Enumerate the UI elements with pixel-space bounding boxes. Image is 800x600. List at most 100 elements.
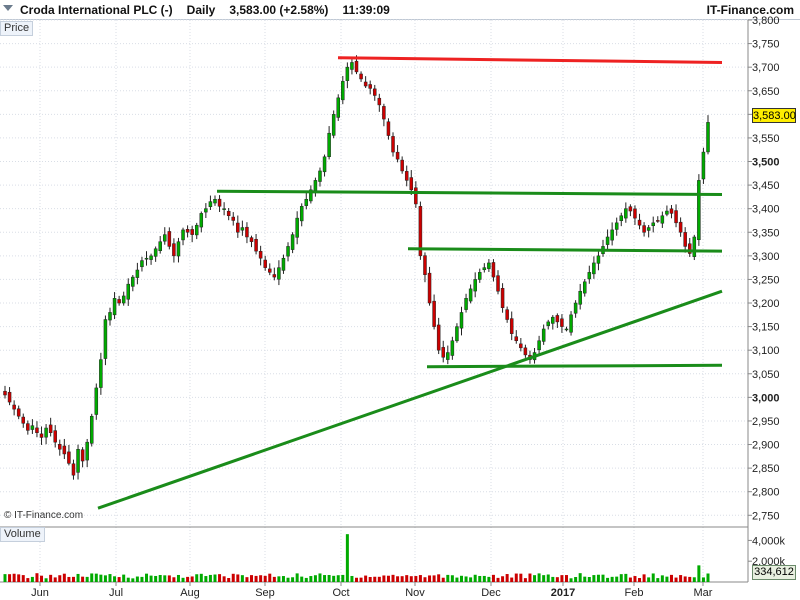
volume-bar <box>368 576 372 582</box>
volume-bar <box>81 576 85 582</box>
volume-bar <box>437 574 441 582</box>
volume-bar <box>697 565 701 582</box>
volume-bar <box>514 573 518 582</box>
volume-bar <box>135 576 139 582</box>
x-tick-label: Jul <box>109 587 123 599</box>
x-tick-label: Oct <box>332 587 349 599</box>
volume-bar <box>455 577 459 582</box>
volume-bar <box>656 578 660 582</box>
candle-body <box>12 404 16 410</box>
candle-body <box>112 298 117 316</box>
volume-bar <box>268 573 272 582</box>
candle-body <box>674 210 678 224</box>
volume-bar <box>71 576 75 582</box>
volume-bar <box>560 575 564 582</box>
candle-body <box>67 451 71 464</box>
candle-body <box>48 424 53 433</box>
candle-body <box>30 425 35 430</box>
volume-bar <box>218 574 222 582</box>
volume-bar <box>263 575 267 582</box>
y-tick-label: 3,350 <box>752 227 780 239</box>
candle-body <box>391 136 395 153</box>
volume-bar <box>259 575 263 582</box>
candle-body <box>683 232 687 247</box>
candle-body <box>573 302 578 314</box>
volume-bar <box>186 576 190 582</box>
volume-bar <box>510 577 514 582</box>
volume-bar <box>350 575 354 582</box>
volume-bar <box>638 578 642 582</box>
y-tick-label: 2,950 <box>752 416 780 428</box>
candle-body <box>172 243 176 257</box>
volume-bar <box>596 574 600 582</box>
volume-bar <box>446 574 450 582</box>
support-trendline <box>216 189 723 197</box>
volume-bar <box>213 574 217 582</box>
price-axis: 3,8003,7503,7003,6503,6003,5503,5003,450… <box>747 15 780 582</box>
candle-body <box>436 324 441 351</box>
volume-bar <box>473 574 477 582</box>
candle-body <box>85 441 89 461</box>
volume-bar <box>564 575 568 582</box>
resistance-trendline <box>337 56 723 64</box>
candle-body <box>382 106 386 120</box>
candle-body <box>651 222 655 227</box>
volume-bar <box>30 576 34 582</box>
volume-bar <box>418 575 422 582</box>
price-volume-chart[interactable]: 3,8003,7503,7003,6503,6003,5503,5003,450… <box>0 0 800 600</box>
volume-bar <box>300 576 304 582</box>
volume-bar <box>469 577 473 582</box>
volume-bar <box>236 574 240 582</box>
support-trendline <box>426 363 723 369</box>
volume-bar <box>633 576 637 582</box>
candle-body <box>71 463 76 476</box>
volume-bar <box>254 575 258 582</box>
volume-bar <box>574 577 578 582</box>
candle-body <box>509 318 514 334</box>
volume-bar <box>396 576 400 582</box>
volume-bar <box>117 577 121 582</box>
candle-body <box>656 220 660 222</box>
volume-bar <box>149 575 153 582</box>
volume-bar <box>154 575 158 582</box>
candle-body <box>295 217 299 238</box>
volume-bar <box>606 577 610 582</box>
candle-body <box>678 221 683 233</box>
candle-body <box>181 229 185 241</box>
candle-body <box>26 423 30 431</box>
time-axis: Jun Jul Aug Sep Oct Nov Dec 2017 Feb Mar <box>31 582 713 599</box>
candle-body <box>341 81 345 101</box>
candle-body <box>199 213 204 228</box>
candle-body <box>665 210 669 215</box>
volume-bar <box>519 573 523 582</box>
volume-bar <box>181 577 185 582</box>
candle-body <box>135 269 140 278</box>
volume-bar <box>359 577 363 582</box>
volume-bar <box>103 575 107 582</box>
candle-body <box>121 295 126 304</box>
candle-body <box>373 88 377 96</box>
candle-body <box>345 66 350 81</box>
volume-bar <box>555 577 559 582</box>
x-tick-label: Sep <box>255 587 275 599</box>
volume-bar <box>569 578 573 582</box>
candle-body <box>578 290 582 305</box>
candle-body <box>99 359 103 388</box>
volume-bar <box>190 576 194 582</box>
x-tick-label: Dec <box>481 587 501 599</box>
candle-body <box>537 340 541 351</box>
volume-bar <box>523 578 527 582</box>
y-tick-label: 3,650 <box>752 86 780 98</box>
candle-body <box>523 347 528 356</box>
y-tick-label: 3,050 <box>752 369 780 381</box>
volume-bar <box>674 577 678 582</box>
candle-body <box>496 275 500 292</box>
candle-body <box>587 272 592 280</box>
candle-body <box>473 279 477 292</box>
volume-bar <box>286 577 290 582</box>
volume-bar <box>208 574 212 582</box>
volume-bar <box>126 577 130 582</box>
candle-body <box>624 208 628 219</box>
candle-body <box>464 298 468 310</box>
candle-body <box>514 336 519 342</box>
